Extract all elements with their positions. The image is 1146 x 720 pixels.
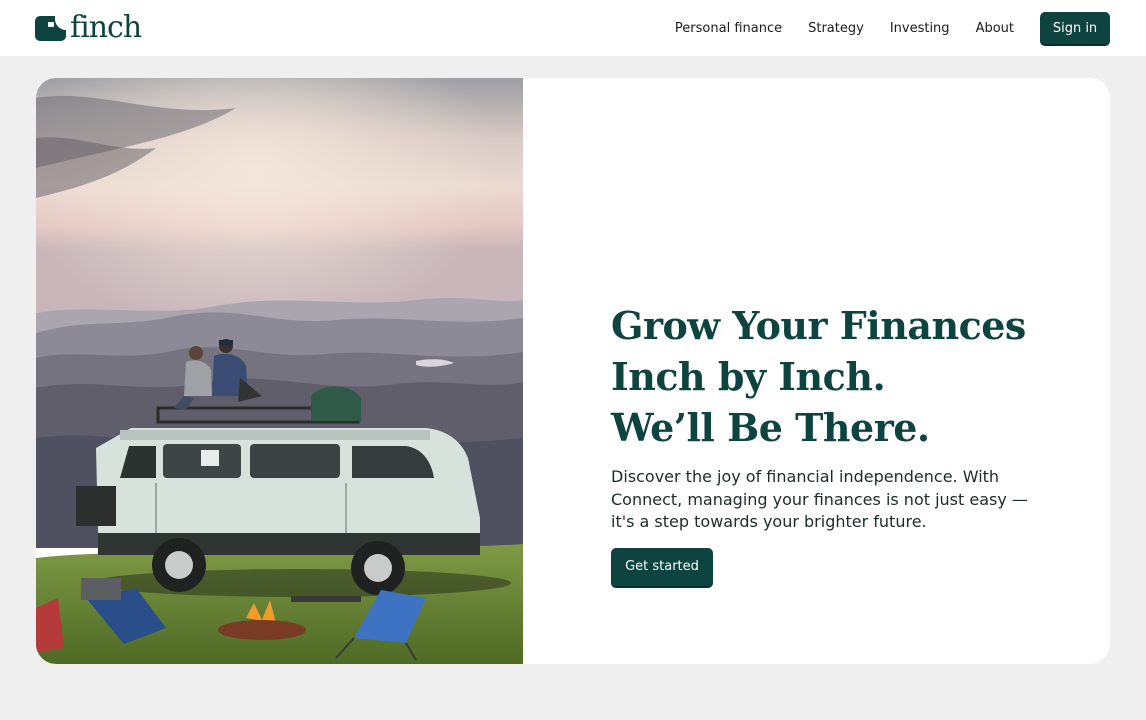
top-navigation-bar: finch Personal finance Strategy Investin… (0, 0, 1146, 56)
hero-headline-line-3: We’ll Be There. (611, 405, 930, 450)
nav-link-investing[interactable]: Investing (890, 21, 950, 36)
hero-image (36, 78, 523, 664)
nav-link-personal-finance[interactable]: Personal finance (675, 21, 782, 36)
nav-link-about[interactable]: About (976, 21, 1014, 36)
hero-card: Grow Your Finances Inch by Inch. We’ll B… (36, 78, 1110, 664)
get-started-button[interactable]: Get started (611, 547, 713, 586)
nav-link-strategy[interactable]: Strategy (808, 21, 864, 36)
sign-in-button[interactable]: Sign in (1040, 12, 1110, 44)
hero-headline-line-1: Grow Your Finances (611, 303, 1026, 348)
finch-logo[interactable]: finch (35, 10, 142, 45)
hero-copy: Grow Your Finances Inch by Inch. We’ll B… (611, 300, 1081, 586)
brand-wordmark: finch (70, 10, 142, 45)
main-nav: Personal finance Strategy Investing Abou… (649, 0, 1014, 56)
hero-headline-line-2: Inch by Inch. (611, 354, 886, 399)
finch-logo-icon (35, 15, 66, 41)
hero-description: Discover the joy of financial independen… (611, 467, 1028, 531)
hero-headline: Grow Your Finances Inch by Inch. We’ll B… (611, 300, 1081, 453)
